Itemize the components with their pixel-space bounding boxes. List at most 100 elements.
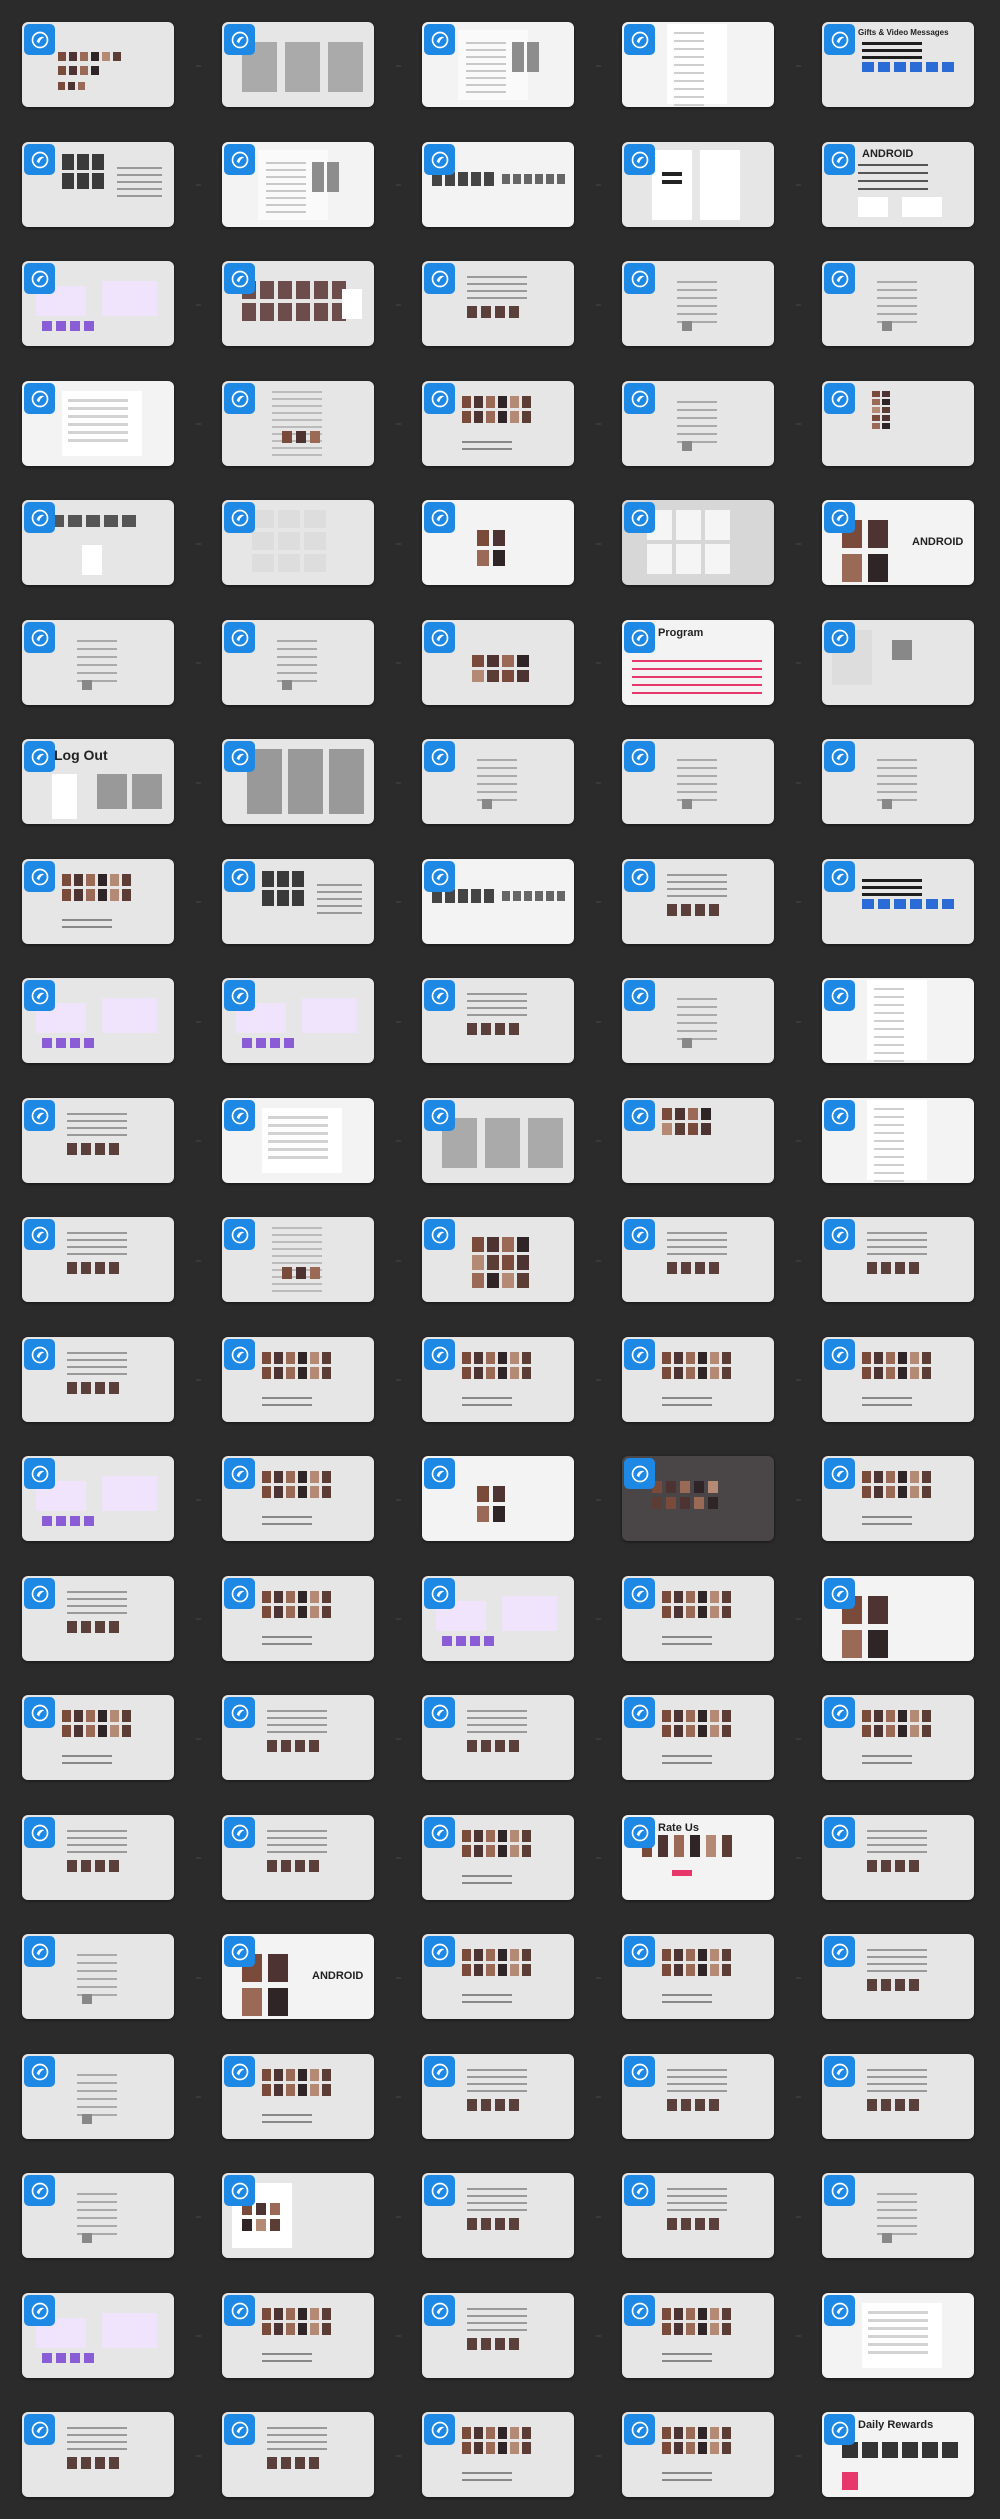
board-thumbnail[interactable] <box>422 978 574 1063</box>
board-thumbnail[interactable] <box>822 261 974 346</box>
board-thumbnail[interactable] <box>22 22 174 107</box>
board-thumbnail[interactable] <box>222 381 374 466</box>
board-thumbnail[interactable] <box>222 739 374 824</box>
board-thumbnail[interactable] <box>822 1934 974 2019</box>
board-thumbnail[interactable] <box>622 2173 774 2258</box>
board-thumbnail[interactable] <box>222 1576 374 1661</box>
board-thumbnail[interactable] <box>622 22 774 107</box>
board-thumbnail[interactable] <box>222 1337 374 1422</box>
board-thumbnail[interactable] <box>622 500 774 585</box>
board-thumbnail[interactable] <box>622 142 774 227</box>
board-thumbnail[interactable] <box>422 261 574 346</box>
board-thumbnail[interactable] <box>422 1098 574 1183</box>
board-thumbnail[interactable] <box>22 2173 174 2258</box>
board-thumbnail[interactable] <box>422 739 574 824</box>
board-thumbnail[interactable] <box>822 2054 974 2139</box>
board-thumbnail[interactable] <box>622 739 774 824</box>
board-thumbnail[interactable] <box>822 620 974 705</box>
board-thumbnail[interactable] <box>822 859 974 944</box>
board-thumbnail[interactable] <box>822 1337 974 1422</box>
board-thumbnail[interactable] <box>422 1695 574 1780</box>
board-thumbnail[interactable] <box>822 381 974 466</box>
board-thumbnail[interactable] <box>622 2293 774 2378</box>
board-thumbnail[interactable] <box>222 978 374 1063</box>
board-thumbnail[interactable] <box>422 381 574 466</box>
board-thumbnail[interactable] <box>422 620 574 705</box>
board-thumbnail[interactable] <box>422 500 574 585</box>
board-thumbnail[interactable] <box>22 500 174 585</box>
board-thumbnail[interactable] <box>422 2173 574 2258</box>
board-thumbnail[interactable] <box>622 381 774 466</box>
board-thumbnail[interactable] <box>622 1456 774 1541</box>
board-thumbnail[interactable] <box>422 1576 574 1661</box>
board-thumbnail[interactable]: Gifts & Video Messages <box>822 22 974 107</box>
board-thumbnail[interactable] <box>22 859 174 944</box>
board-thumbnail[interactable] <box>22 2293 174 2378</box>
board-thumbnail[interactable]: ANDROID <box>222 1934 374 2019</box>
board-thumbnail[interactable] <box>622 1217 774 1302</box>
board-thumbnail[interactable] <box>622 2412 774 2497</box>
board-thumbnail[interactable] <box>22 381 174 466</box>
board-thumbnail[interactable] <box>222 2054 374 2139</box>
board-thumbnail[interactable] <box>822 1695 974 1780</box>
board-thumbnail[interactable] <box>422 2054 574 2139</box>
board-thumbnail[interactable] <box>622 261 774 346</box>
board-thumbnail[interactable] <box>22 620 174 705</box>
board-thumbnail[interactable] <box>422 859 574 944</box>
board-thumbnail[interactable] <box>822 2173 974 2258</box>
board-thumbnail[interactable] <box>22 1695 174 1780</box>
board-thumbnail[interactable] <box>822 1217 974 1302</box>
board-thumbnail[interactable] <box>22 1217 174 1302</box>
board-thumbnail[interactable] <box>222 22 374 107</box>
board-thumbnail[interactable] <box>622 859 774 944</box>
board-thumbnail[interactable] <box>822 739 974 824</box>
board-thumbnail[interactable] <box>22 1576 174 1661</box>
board-thumbnail[interactable]: Rate Us <box>622 1815 774 1900</box>
board-thumbnail[interactable] <box>422 22 574 107</box>
board-thumbnail[interactable] <box>622 1934 774 2019</box>
board-thumbnail[interactable] <box>222 1815 374 1900</box>
board-thumbnail[interactable] <box>222 500 374 585</box>
board-thumbnail[interactable]: Log Out <box>22 739 174 824</box>
board-thumbnail[interactable]: Daily Rewards <box>822 2412 974 2497</box>
board-thumbnail[interactable] <box>222 1098 374 1183</box>
board-thumbnail[interactable] <box>422 1337 574 1422</box>
board-thumbnail[interactable] <box>622 1576 774 1661</box>
board-thumbnail[interactable] <box>22 1934 174 2019</box>
board-thumbnail[interactable] <box>222 1456 374 1541</box>
board-thumbnail[interactable] <box>422 142 574 227</box>
board-thumbnail[interactable] <box>822 1815 974 1900</box>
board-thumbnail[interactable]: Program <box>622 620 774 705</box>
board-thumbnail[interactable]: ANDROID <box>822 500 974 585</box>
board-thumbnail[interactable] <box>822 978 974 1063</box>
board-thumbnail[interactable] <box>422 1934 574 2019</box>
board-thumbnail[interactable] <box>422 1815 574 1900</box>
board-thumbnail[interactable] <box>222 142 374 227</box>
board-thumbnail[interactable] <box>622 2054 774 2139</box>
board-thumbnail[interactable] <box>222 2412 374 2497</box>
board-thumbnail[interactable] <box>22 1456 174 1541</box>
board-thumbnail[interactable] <box>822 2293 974 2378</box>
board-thumbnail[interactable] <box>822 1576 974 1661</box>
board-thumbnail[interactable] <box>622 1695 774 1780</box>
board-thumbnail[interactable] <box>222 620 374 705</box>
board-thumbnail[interactable] <box>222 261 374 346</box>
board-thumbnail[interactable] <box>422 2412 574 2497</box>
board-thumbnail[interactable] <box>422 1456 574 1541</box>
board-thumbnail[interactable] <box>22 142 174 227</box>
board-thumbnail[interactable] <box>622 1337 774 1422</box>
board-thumbnail[interactable] <box>22 2054 174 2139</box>
board-thumbnail[interactable] <box>422 1217 574 1302</box>
board-thumbnail[interactable] <box>422 2293 574 2378</box>
board-thumbnail[interactable] <box>22 1337 174 1422</box>
board-thumbnail[interactable] <box>822 1098 974 1183</box>
board-thumbnail[interactable] <box>22 1098 174 1183</box>
board-thumbnail[interactable] <box>822 1456 974 1541</box>
board-thumbnail[interactable] <box>22 2412 174 2497</box>
board-thumbnail[interactable] <box>22 978 174 1063</box>
board-thumbnail[interactable] <box>22 261 174 346</box>
board-thumbnail[interactable] <box>222 1695 374 1780</box>
board-thumbnail[interactable] <box>222 859 374 944</box>
board-thumbnail[interactable] <box>22 1815 174 1900</box>
board-thumbnail[interactable] <box>222 2173 374 2258</box>
